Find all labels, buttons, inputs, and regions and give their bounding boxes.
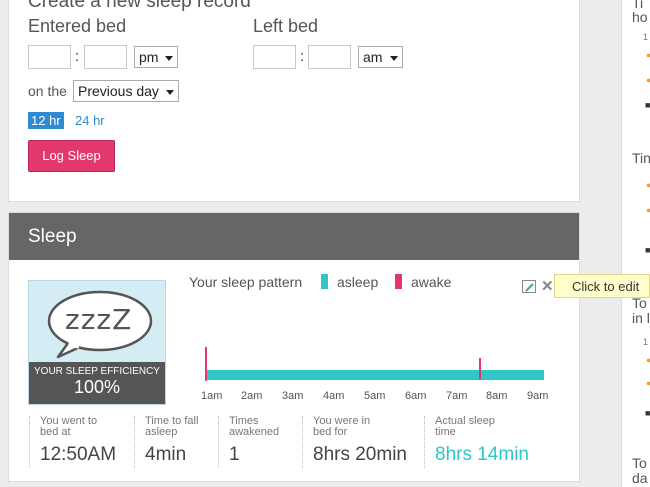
chevron-down-icon — [166, 90, 174, 95]
stat-value: 4min — [145, 444, 187, 465]
close-icon[interactable]: ✕ — [541, 277, 554, 295]
efficiency-value: 100% — [73, 377, 121, 397]
left-ampm-select[interactable]: am — [358, 46, 403, 68]
asleep-legend: asleep — [337, 274, 379, 290]
awake-marker — [479, 358, 481, 380]
tick-label: 5am — [364, 390, 386, 402]
right-marker: ● — [646, 75, 650, 85]
right-marker: ■ — [645, 100, 650, 110]
stat-value: 1 — [229, 444, 240, 465]
12hr-toggle[interactable]: 12 hr — [28, 112, 64, 129]
day-select[interactable]: Previous day — [73, 80, 179, 102]
sleep-panel: Sleep zzzZ YOUR SLEEP EFFICIENCY 100% Yo… — [8, 212, 580, 482]
stat-in-bed: You were in bed for 8hrs 20min — [302, 416, 412, 468]
tick-label: 7am — [446, 390, 468, 402]
sleep-title: Sleep — [28, 226, 77, 247]
24hr-toggle[interactable]: 24 hr — [75, 113, 105, 128]
log-sleep-button[interactable]: Log Sleep — [28, 140, 115, 172]
stat-label: Actual sleep time — [435, 415, 495, 438]
left-bed-label: Left bed — [253, 16, 319, 36]
stat-awakened: Times awakened 1 — [218, 416, 298, 468]
stat-value: 12:50AM — [40, 444, 117, 465]
stat-label: Times awakened — [229, 415, 280, 438]
colon-separator: : — [75, 48, 80, 65]
edit-tooltip: Click to edit — [554, 274, 650, 298]
right-heading-3: To in l — [632, 295, 650, 326]
efficiency-label: YOUR SLEEP EFFICIENCY — [34, 366, 160, 377]
create-sleep-record-panel: Create a new sleep record Entered bed Le… — [8, 0, 580, 202]
tick-label: 4am — [323, 390, 345, 402]
right-marker: ● — [646, 205, 650, 215]
stat-label: Time to fall asleep — [145, 415, 199, 438]
stat-value: 8hrs 14min — [435, 444, 529, 465]
awake-swatch — [395, 274, 402, 289]
stat-label: You went to bed at — [40, 415, 98, 438]
right-marker: ● — [646, 50, 650, 60]
tick-label: 2am — [241, 390, 263, 402]
right-tiny-2: 1 — [643, 337, 649, 347]
right-marker: ● — [646, 355, 650, 365]
efficiency-footer: YOUR SLEEP EFFICIENCY 100% — [29, 362, 165, 404]
awake-marker-start — [205, 347, 207, 381]
stat-value: 8hrs 20min — [313, 444, 407, 465]
zzz-text: zzzZ — [65, 303, 133, 336]
right-heading-4: To da — [632, 455, 648, 486]
entered-ampm-select[interactable]: pm — [134, 46, 178, 68]
tick-label: 9am — [527, 390, 549, 402]
left-minute-input[interactable] — [308, 45, 351, 69]
colon-separator: : — [300, 48, 305, 65]
day-select-value: Previous day — [78, 83, 159, 99]
chevron-down-icon — [165, 56, 173, 61]
sleep-efficiency-card: zzzZ YOUR SLEEP EFFICIENCY 100% — [28, 280, 166, 405]
left-ampm-value: am — [363, 49, 383, 65]
sleep-header: Sleep — [9, 213, 579, 260]
right-marker: ● — [646, 378, 650, 388]
right-heading-1: Ti ho — [632, 0, 648, 25]
right-heading-2: Tin — [632, 150, 650, 166]
left-hour-input[interactable] — [253, 45, 296, 69]
tick-label: 3am — [282, 390, 304, 402]
sleep-pattern-label: Your sleep pattern — [189, 274, 303, 290]
asleep-swatch — [321, 274, 328, 289]
stat-label: You were in bed for — [313, 415, 371, 438]
right-marker: ■ — [645, 408, 650, 418]
on-the-label: on the — [28, 83, 67, 99]
tick-label: 6am — [405, 390, 427, 402]
edit-icon[interactable] — [522, 280, 536, 293]
entered-minute-input[interactable] — [84, 45, 127, 69]
awake-legend: awake — [411, 274, 452, 290]
right-marker: ● — [646, 180, 650, 190]
stat-bed-time: You went to bed at 12:50AM — [29, 416, 129, 468]
chevron-down-icon — [390, 56, 398, 61]
entered-ampm-value: pm — [139, 49, 159, 65]
entered-bed-label: Entered bed — [28, 16, 127, 36]
right-marker: ■ — [645, 245, 650, 255]
tick-label: 8am — [486, 390, 508, 402]
tick-label: 1am — [201, 390, 223, 402]
panel-title: Create a new sleep record — [28, 0, 251, 12]
stat-fall-asleep: Time to fall asleep 4min — [134, 416, 214, 468]
stat-actual-sleep: Actual sleep time 8hrs 14min — [424, 416, 554, 468]
sleep-timeline-bar — [206, 370, 544, 380]
entered-hour-input[interactable] — [28, 45, 71, 69]
right-tiny-1: 1 — [643, 32, 649, 42]
